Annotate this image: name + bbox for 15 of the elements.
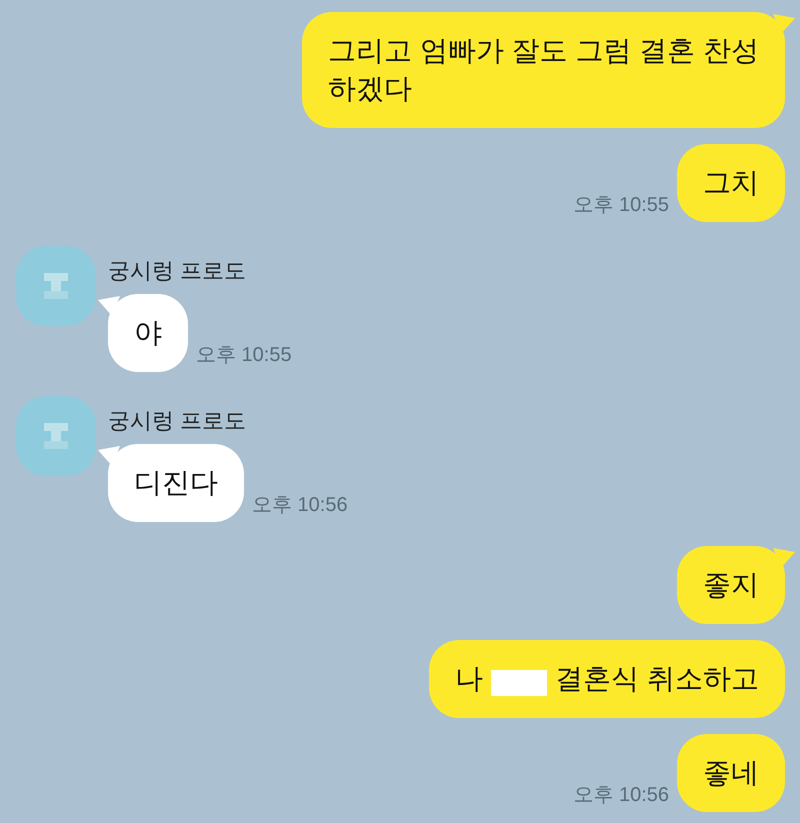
message-text: 좋지 bbox=[703, 568, 759, 602]
sender-name: 궁시렁 프로도 bbox=[108, 407, 248, 435]
message-time: 오후 10:55 bbox=[196, 343, 292, 368]
redaction-bar bbox=[491, 670, 548, 696]
message-text: 야 bbox=[134, 317, 162, 348]
message-time: 오후 10:55 bbox=[573, 193, 669, 218]
message-text: 디진다 bbox=[134, 467, 218, 498]
sender-name: 궁시렁 프로도 bbox=[108, 257, 248, 285]
message-text: 나 bbox=[455, 662, 484, 696]
message-time: 오후 10:56 bbox=[573, 783, 669, 808]
message-text: 결혼식 취소하고 bbox=[555, 662, 759, 696]
message-text: 좋네 bbox=[703, 756, 759, 790]
message-time: 오후 10:56 bbox=[252, 493, 348, 518]
message-text: 그치 bbox=[703, 166, 759, 200]
message-text: 그리고 엄빠가 잘도 그럼 결혼 찬성 하겠다 bbox=[328, 34, 759, 106]
